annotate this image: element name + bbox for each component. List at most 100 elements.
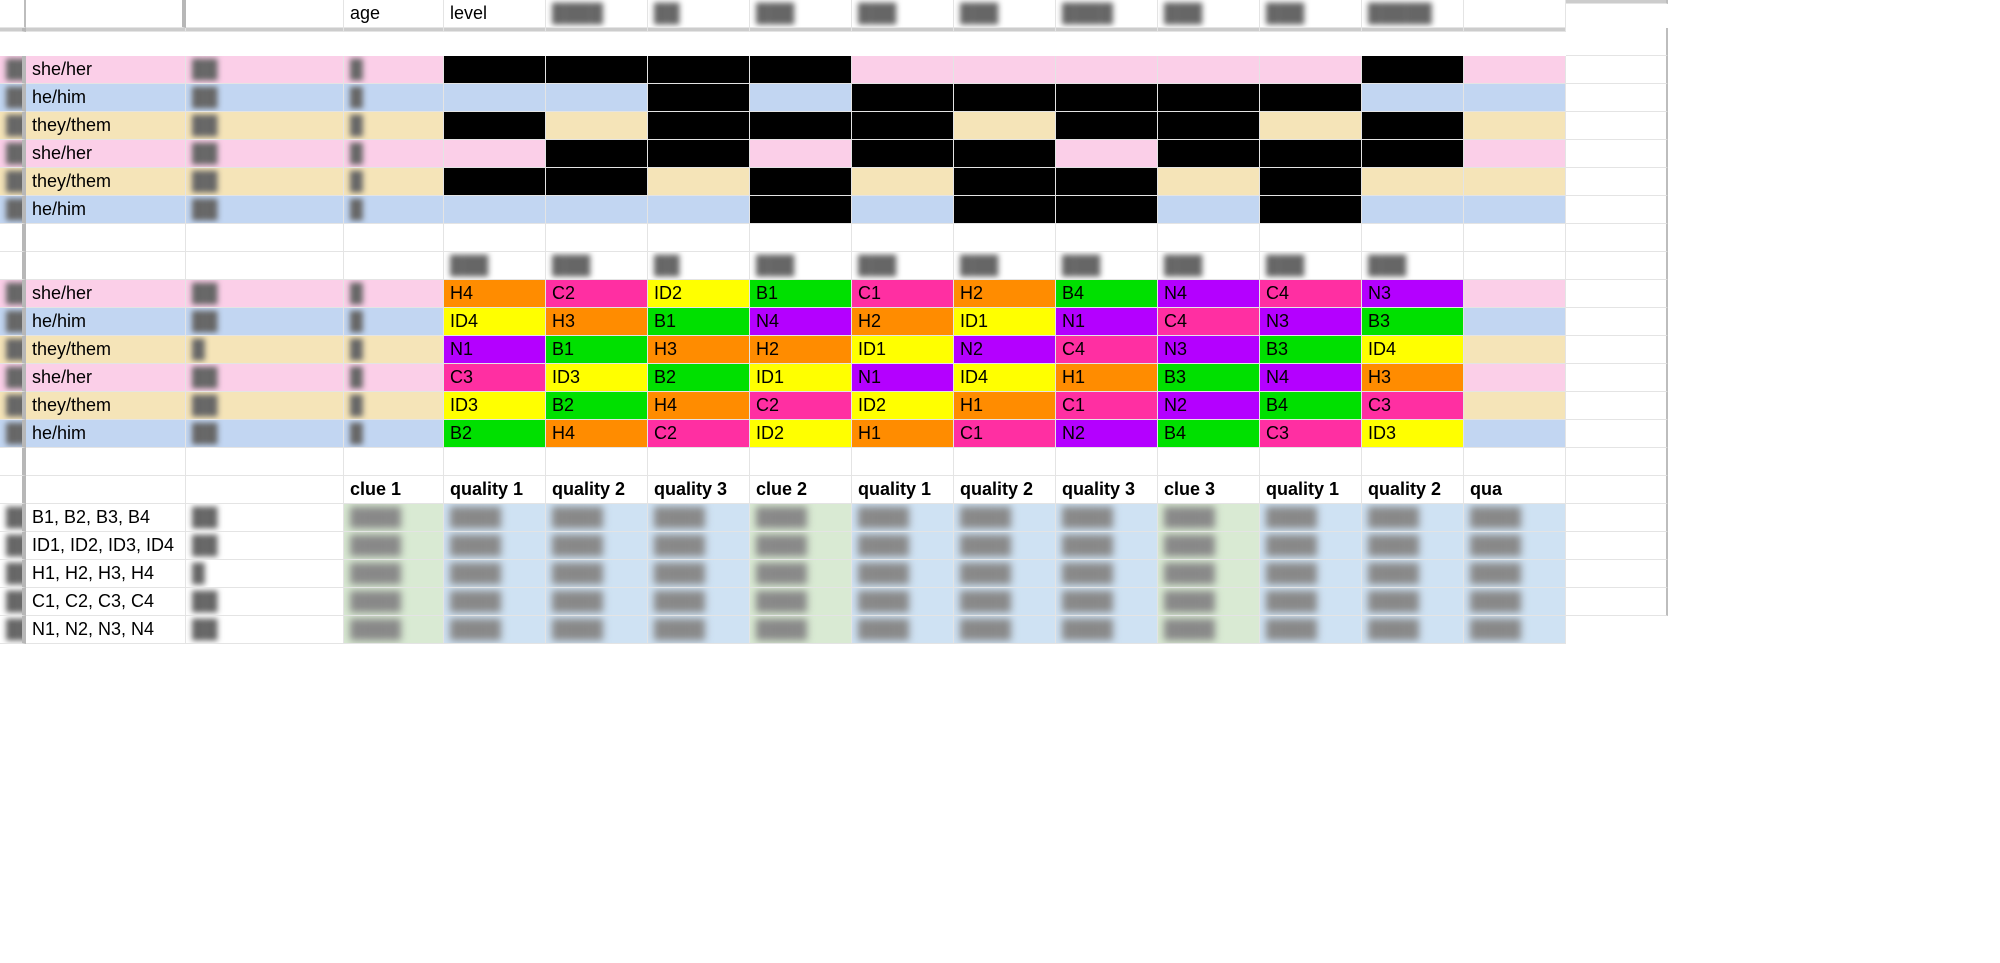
code-2-3[interactable]: H2 bbox=[750, 336, 852, 364]
spreadsheet[interactable]: agelevel████████████████████████████████… bbox=[0, 0, 2000, 644]
code-5-6[interactable]: N2 bbox=[1056, 420, 1158, 448]
code-4-8[interactable]: B4 bbox=[1260, 392, 1362, 420]
grid-cell-5-9 bbox=[1362, 196, 1464, 224]
gutter bbox=[1566, 448, 1668, 476]
code-2-1[interactable]: B1 bbox=[546, 336, 648, 364]
age: ██ bbox=[186, 84, 344, 112]
blank bbox=[546, 448, 648, 476]
code-5-3[interactable]: ID2 bbox=[750, 420, 852, 448]
sep bbox=[1566, 0, 1668, 4]
grid-cell-1-9 bbox=[1362, 84, 1464, 112]
bottom-cell-4-3: ████ bbox=[648, 616, 750, 644]
bottom-cell-4-5: ████ bbox=[852, 616, 954, 644]
bottom-cell-3-3: ████ bbox=[648, 588, 750, 616]
bottom-codes-0: B1, B2, B3, B4 bbox=[26, 504, 186, 532]
code-3-7[interactable]: B3 bbox=[1158, 364, 1260, 392]
code-5-8[interactable]: C3 bbox=[1260, 420, 1362, 448]
code-0-4[interactable]: C1 bbox=[852, 280, 954, 308]
code-4-7[interactable]: N2 bbox=[1158, 392, 1260, 420]
code-2-9[interactable]: ID4 bbox=[1362, 336, 1464, 364]
code-3-5[interactable]: ID4 bbox=[954, 364, 1056, 392]
code-name-1: ██ bbox=[0, 308, 26, 336]
code-1-2[interactable]: B1 bbox=[648, 308, 750, 336]
trailing bbox=[1464, 280, 1566, 308]
grid-cell-4-6 bbox=[1056, 168, 1158, 196]
code-5-4[interactable]: H1 bbox=[852, 420, 954, 448]
code-3-3[interactable]: ID1 bbox=[750, 364, 852, 392]
code-3-4[interactable]: N1 bbox=[852, 364, 954, 392]
trailing bbox=[1464, 112, 1566, 140]
code-5-2[interactable]: C2 bbox=[648, 420, 750, 448]
code-0-2[interactable]: ID2 bbox=[648, 280, 750, 308]
code-1-7[interactable]: C4 bbox=[1158, 308, 1260, 336]
code-5-1[interactable]: H4 bbox=[546, 420, 648, 448]
code-5-5[interactable]: C1 bbox=[954, 420, 1056, 448]
mid-hdr-4: ███ bbox=[852, 252, 954, 280]
grid-cell-1-4 bbox=[852, 84, 954, 112]
code-3-8[interactable]: N4 bbox=[1260, 364, 1362, 392]
code-3-9[interactable]: H3 bbox=[1362, 364, 1464, 392]
sep bbox=[852, 28, 954, 32]
grid-cell-2-4 bbox=[852, 112, 954, 140]
code-5-0[interactable]: B2 bbox=[444, 420, 546, 448]
code-1-8[interactable]: N3 bbox=[1260, 308, 1362, 336]
code-0-0[interactable]: H4 bbox=[444, 280, 546, 308]
code-5-9[interactable]: ID3 bbox=[1362, 420, 1464, 448]
bottom-cell-1-10: ████ bbox=[1362, 532, 1464, 560]
code-1-1[interactable]: H3 bbox=[546, 308, 648, 336]
grid-cell-2-8 bbox=[1260, 112, 1362, 140]
code-2-0[interactable]: N1 bbox=[444, 336, 546, 364]
code-2-5[interactable]: N2 bbox=[954, 336, 1056, 364]
blank bbox=[0, 224, 26, 252]
header-blur-6: ███ bbox=[1158, 0, 1260, 28]
blank bbox=[26, 224, 186, 252]
header-level[interactable]: level bbox=[444, 0, 546, 28]
code-2-8[interactable]: B3 bbox=[1260, 336, 1362, 364]
grid-cell-2-1 bbox=[546, 112, 648, 140]
code-0-9[interactable]: N3 bbox=[1362, 280, 1464, 308]
pronoun: he/him bbox=[26, 420, 186, 448]
code-2-4[interactable]: ID1 bbox=[852, 336, 954, 364]
code-1-3[interactable]: N4 bbox=[750, 308, 852, 336]
code-3-1[interactable]: ID3 bbox=[546, 364, 648, 392]
code-2-2[interactable]: H3 bbox=[648, 336, 750, 364]
grid-cell-3-2 bbox=[648, 140, 750, 168]
code-3-6[interactable]: H1 bbox=[1056, 364, 1158, 392]
blank bbox=[1260, 224, 1362, 252]
code-1-9[interactable]: B3 bbox=[1362, 308, 1464, 336]
code-0-6[interactable]: B4 bbox=[1056, 280, 1158, 308]
code-4-2[interactable]: H4 bbox=[648, 392, 750, 420]
grid-cell-3-1 bbox=[546, 140, 648, 168]
code-0-5[interactable]: H2 bbox=[954, 280, 1056, 308]
code-1-5[interactable]: ID1 bbox=[954, 308, 1056, 336]
code-1-6[interactable]: N1 bbox=[1056, 308, 1158, 336]
bottom-cell-1-3: ████ bbox=[648, 532, 750, 560]
code-4-3[interactable]: C2 bbox=[750, 392, 852, 420]
grid-cell-4-1 bbox=[546, 168, 648, 196]
code-4-4[interactable]: ID2 bbox=[852, 392, 954, 420]
code-0-3[interactable]: B1 bbox=[750, 280, 852, 308]
header-age[interactable]: age bbox=[344, 0, 444, 28]
code-0-7[interactable]: N4 bbox=[1158, 280, 1260, 308]
blank bbox=[1464, 224, 1566, 252]
pronoun: he/him bbox=[26, 308, 186, 336]
code-3-0[interactable]: C3 bbox=[444, 364, 546, 392]
code-4-6[interactable]: C1 bbox=[1056, 392, 1158, 420]
code-1-4[interactable]: H2 bbox=[852, 308, 954, 336]
code-0-8[interactable]: C4 bbox=[1260, 280, 1362, 308]
sep bbox=[1158, 28, 1260, 32]
hdr-q2: quality 2 bbox=[546, 476, 648, 504]
blank bbox=[1464, 448, 1566, 476]
code-4-9[interactable]: C3 bbox=[1362, 392, 1464, 420]
code-2-6[interactable]: C4 bbox=[1056, 336, 1158, 364]
code-0-1[interactable]: C2 bbox=[546, 280, 648, 308]
code-2-7[interactable]: N3 bbox=[1158, 336, 1260, 364]
code-4-1[interactable]: B2 bbox=[546, 392, 648, 420]
sep bbox=[186, 28, 344, 32]
gutter bbox=[1566, 56, 1668, 84]
code-1-0[interactable]: ID4 bbox=[444, 308, 546, 336]
code-4-0[interactable]: ID3 bbox=[444, 392, 546, 420]
code-5-7[interactable]: B4 bbox=[1158, 420, 1260, 448]
code-4-5[interactable]: H1 bbox=[954, 392, 1056, 420]
code-3-2[interactable]: B2 bbox=[648, 364, 750, 392]
